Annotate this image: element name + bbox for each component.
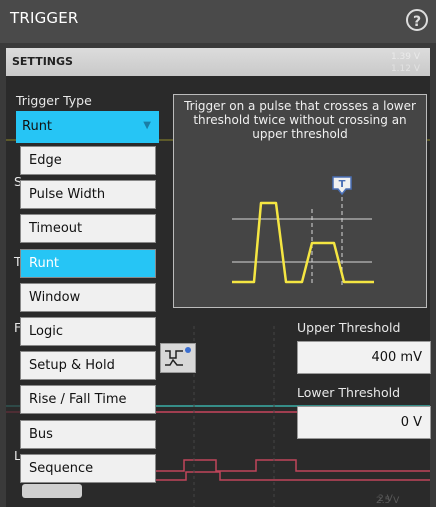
menu-item-rise-fall-time[interactable]: Rise / Fall Time <box>20 385 156 414</box>
lower-threshold-field[interactable]: 0 V <box>297 406 431 439</box>
upper-threshold-field[interactable]: 400 mV <box>297 341 431 374</box>
menu-item-sequence[interactable]: Sequence <box>20 454 156 483</box>
help-icon[interactable]: ? <box>406 9 428 31</box>
menu-item-label: Pulse Width <box>29 187 106 202</box>
trigger-header: TRIGGER ? <box>0 0 436 43</box>
menu-item-label: Runt <box>29 256 60 271</box>
menu-item-window[interactable]: Window <box>20 283 156 312</box>
setup-hold-icon-button[interactable] <box>160 343 196 373</box>
header-title: TRIGGER <box>10 9 79 27</box>
menu-item-label: Setup & Hold <box>29 358 115 373</box>
settings-label: SETTINGS <box>12 55 73 68</box>
menu-item-pulse-width[interactable]: Pulse Width <box>20 180 156 209</box>
menu-item-label: Sequence <box>29 461 94 476</box>
menu-item-label: Rise / Fall Time <box>29 392 127 407</box>
menu-item-edge[interactable]: Edge <box>20 146 156 175</box>
trigger-marker-label: T <box>339 179 346 190</box>
menu-item-label: Window <box>29 290 81 305</box>
trigger-type-dropdown[interactable]: Runt ▼ <box>16 111 159 143</box>
trigger-type-selected: Runt <box>22 119 53 134</box>
background-readout-2: 1.12 V <box>390 64 420 74</box>
menu-item-runt[interactable]: Runt <box>20 249 156 278</box>
background-readout-1: 1.39 V <box>390 52 420 62</box>
menu-item-timeout[interactable]: Timeout <box>20 214 156 243</box>
trigger-description-panel: Trigger on a pulse that crosses a lower … <box>173 94 427 308</box>
clock-data-icon <box>165 347 191 366</box>
scroll-handle[interactable] <box>22 484 82 498</box>
settings-tab[interactable]: SETTINGS 1.39 V 1.12 V <box>6 48 430 76</box>
trigger-type-label: Trigger Type <box>16 93 92 108</box>
menu-item-label: Bus <box>29 427 53 442</box>
trigger-description-text: Trigger on a pulse that crosses a lower … <box>184 99 416 141</box>
menu-item-bus[interactable]: Bus <box>20 420 156 449</box>
background-readout-4: 2 V <box>378 494 393 504</box>
menu-item-label: Edge <box>29 153 62 168</box>
menu-item-label: Logic <box>29 324 63 339</box>
runt-pulse-diagram: T <box>232 176 374 285</box>
upper-threshold-label: Upper Threshold <box>297 320 401 335</box>
menu-item-label: Timeout <box>29 221 83 236</box>
chevron-down-icon: ▼ <box>143 120 151 131</box>
menu-item-setup-hold[interactable]: Setup & Hold <box>20 351 156 380</box>
lower-threshold-label: Lower Threshold <box>297 385 401 400</box>
menu-item-logic[interactable]: Logic <box>20 317 156 346</box>
